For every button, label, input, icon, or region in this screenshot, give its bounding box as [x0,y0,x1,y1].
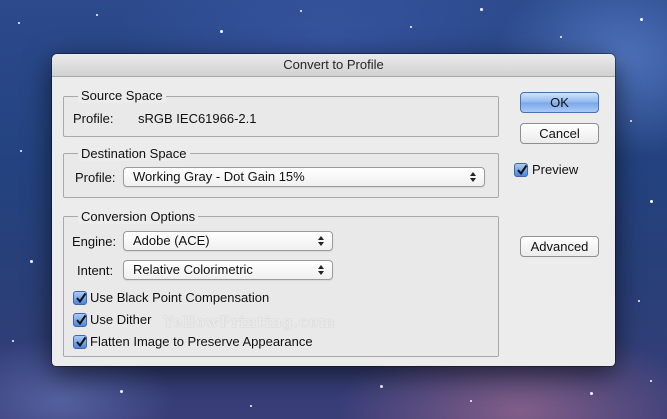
source-space-legend: Source Space [78,88,166,103]
conversion-options-legend: Conversion Options [78,209,199,224]
black-point-compensation-label[interactable]: Use Black Point Compensation [90,290,269,306]
star [220,30,223,33]
up-down-arrows-icon [470,172,476,182]
black-point-compensation-checkbox[interactable] [73,291,87,305]
preview-label[interactable]: Preview [532,162,578,178]
engine-select[interactable]: Adobe (ACE) [123,231,333,251]
intent-value: Relative Colorimetric [133,262,253,277]
use-dither-checkbox[interactable] [73,313,87,327]
destination-profile-label: Profile: [75,170,116,185]
star [650,200,653,203]
source-profile-value: sRGB IEC61966-2.1 [138,111,257,126]
star [96,14,98,16]
up-down-arrows-icon [318,265,324,275]
star [12,340,14,342]
advanced-button[interactable]: Advanced [520,236,599,257]
star [630,120,632,122]
checkmark-icon [517,164,528,176]
star [560,36,562,38]
ok-button[interactable]: OK [520,92,599,113]
star [590,392,593,395]
cancel-button[interactable]: Cancel [520,123,599,144]
flatten-image-checkbox[interactable] [73,335,87,349]
checkmark-icon [76,292,87,304]
flatten-image-label[interactable]: Flatten Image to Preserve Appearance [90,334,313,350]
destination-space-legend: Destination Space [78,146,190,161]
star [120,390,123,393]
star [300,10,302,12]
use-dither-label[interactable]: Use Dither [90,312,151,328]
star [18,22,20,24]
checkmark-icon [76,314,87,326]
star [480,8,483,11]
up-down-arrows-icon [318,236,324,246]
checkmark-icon [76,336,87,348]
star [470,400,472,402]
star [638,300,640,302]
destination-profile-select[interactable]: Working Gray - Dot Gain 15% [123,167,485,187]
engine-label: Engine: [72,234,117,249]
star [380,385,383,388]
destination-profile-value: Working Gray - Dot Gain 15% [133,169,305,184]
engine-value: Adobe (ACE) [133,233,210,248]
star [250,405,252,407]
intent-label: Intent: [77,263,114,278]
preview-checkbox[interactable] [514,163,528,177]
star [20,150,22,152]
star [650,380,652,382]
dialog-title: Convert to Profile [52,54,615,77]
source-profile-label: Profile: [73,111,114,126]
intent-select[interactable]: Relative Colorimetric [123,260,333,280]
star [640,18,643,21]
watermark-text: YellowPrinting.com [163,313,336,331]
star [30,260,33,263]
star [410,26,412,28]
